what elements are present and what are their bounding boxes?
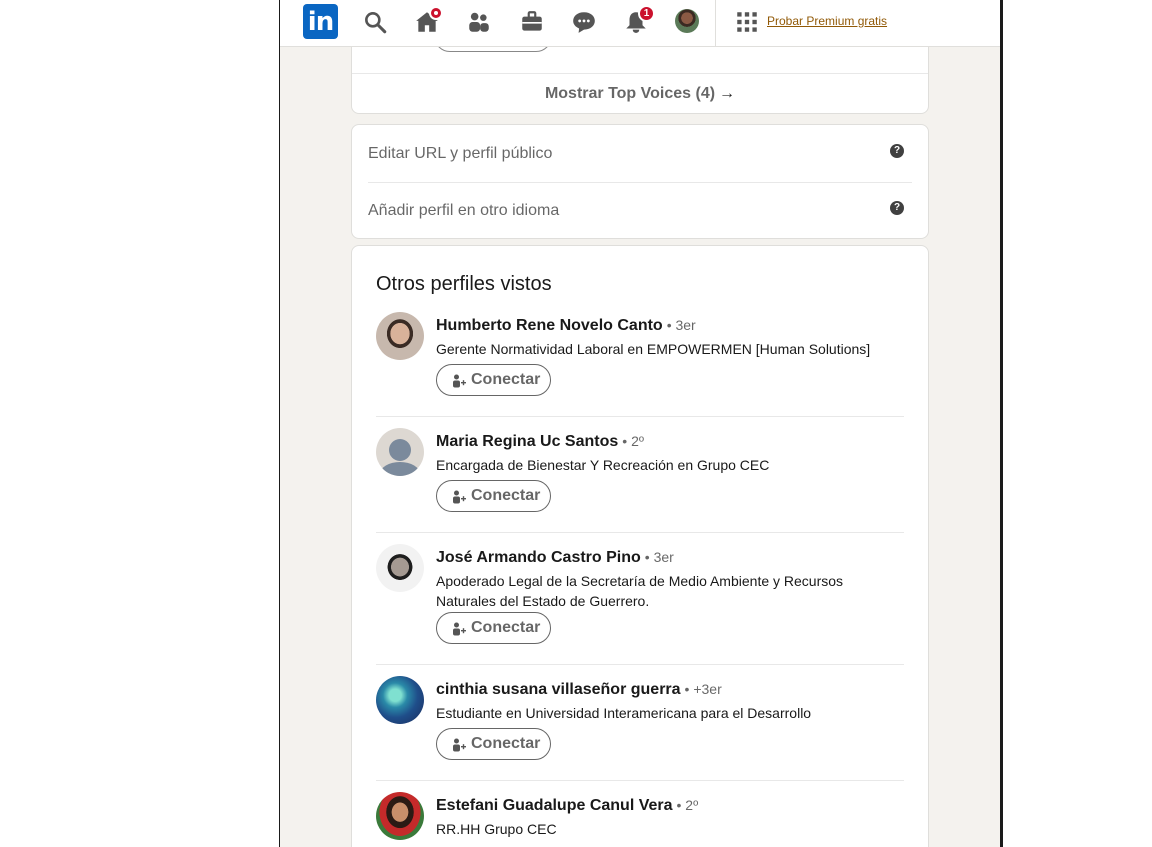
edit-public-profile-link[interactable]: Editar URL y perfil público ? <box>368 125 912 182</box>
connect-button[interactable]: Conectar <box>436 480 551 512</box>
add-profile-language-link[interactable]: Añadir perfil en otro idioma ? <box>368 182 912 239</box>
list-item: Maria Regina Uc Santos • 2º Encargada de … <box>376 428 904 518</box>
try-premium-link[interactable]: Probar Premium gratis <box>767 14 887 28</box>
global-nav: in 1 Probar Premium gratis <box>280 0 1000 47</box>
notifications-icon[interactable]: 1 <box>623 5 655 35</box>
avatar[interactable] <box>675 9 699 33</box>
divider <box>376 416 904 417</box>
connect-label: Conectar <box>471 735 541 752</box>
messaging-icon[interactable] <box>571 9 597 35</box>
connection-degree: • +3er <box>684 681 722 697</box>
profile-photo[interactable] <box>376 544 424 592</box>
list-item: Humberto Rene Novelo Canto • 3er Gerente … <box>376 312 904 402</box>
people-also-viewed-card: Otros perfiles vistos Humberto Rene Nove… <box>351 245 929 847</box>
connect-button[interactable]: Conectar <box>436 612 551 644</box>
divider <box>376 532 904 533</box>
home-notification-dot <box>429 6 443 20</box>
person-name[interactable]: Humberto Rene Novelo Canto <box>436 317 663 334</box>
add-person-icon <box>453 490 466 504</box>
section-title: Otros perfiles vistos <box>376 273 552 295</box>
person-name[interactable]: Estefani Guadalupe Canul Vera <box>436 797 673 814</box>
name-line: José Armando Castro Pino • 3er <box>436 549 674 567</box>
connection-degree: • 2º <box>622 433 644 449</box>
person-headline: RR.HH Grupo CEC <box>436 821 557 837</box>
notifications-badge: 1 <box>638 5 655 22</box>
jobs-icon[interactable] <box>519 9 545 35</box>
add-person-icon <box>453 622 466 636</box>
list-item: cinthia susana villaseñor guerra • +3er E… <box>376 676 904 766</box>
browser-viewport: in 1 Probar Premium gratis Mostrar Top V… <box>279 0 1003 847</box>
default-avatar-icon <box>380 439 420 476</box>
add-person-icon <box>453 738 466 752</box>
profile-photo[interactable] <box>376 428 424 476</box>
help-icon[interactable]: ? <box>890 144 904 158</box>
connect-label: Conectar <box>471 371 541 388</box>
profile-photo[interactable] <box>376 792 424 840</box>
connect-label: Conectar <box>471 487 541 504</box>
name-line: Humberto Rene Novelo Canto • 3er <box>436 317 696 335</box>
add-person-icon <box>453 374 466 388</box>
person-headline: Encargada de Bienestar Y Recreación en G… <box>436 457 770 473</box>
connection-degree: • 3er <box>666 317 696 333</box>
list-item: Estefani Guadalupe Canul Vera • 2º RR.HH … <box>376 792 904 847</box>
person-name[interactable]: cinthia susana villaseñor guerra <box>436 681 681 698</box>
list-item: José Armando Castro Pino • 3er Apoderado … <box>376 544 904 654</box>
profile-photo[interactable] <box>376 676 424 724</box>
home-icon[interactable] <box>414 6 443 35</box>
show-top-voices-label: Mostrar Top Voices (4) <box>544 85 716 102</box>
divider <box>376 780 904 781</box>
person-name[interactable]: Maria Regina Uc Santos <box>436 433 618 450</box>
apps-grid-icon[interactable] <box>734 9 760 35</box>
show-top-voices-button[interactable]: Mostrar Top Voices (4) → <box>352 73 928 114</box>
person-name[interactable]: José Armando Castro Pino <box>436 549 641 566</box>
profile-photo[interactable] <box>376 312 424 360</box>
divider <box>376 664 904 665</box>
arrow-right-icon: → <box>719 85 736 102</box>
person-headline: Gerente Normatividad Laboral en EMPOWERM… <box>436 341 871 357</box>
nav-divider <box>715 0 716 47</box>
connect-label: Conectar <box>471 619 541 636</box>
profile-settings-card: Editar URL y perfil público ? Añadir per… <box>351 124 929 239</box>
name-line: Estefani Guadalupe Canul Vera • 2º <box>436 797 698 815</box>
search-icon[interactable] <box>362 9 388 35</box>
person-headline: Estudiante en Universidad Interamericana… <box>436 705 812 721</box>
connect-button[interactable]: Conectar <box>436 728 551 760</box>
edit-public-profile-label: Editar URL y perfil público <box>368 145 553 162</box>
linkedin-logo[interactable]: in <box>303 4 338 39</box>
connect-button[interactable]: Conectar <box>436 364 551 396</box>
name-line: Maria Regina Uc Santos • 2º <box>436 433 644 451</box>
connection-degree: • 3er <box>644 549 674 565</box>
person-headline: Apoderado Legal de la Secretaría de Medi… <box>436 573 844 609</box>
connection-degree: • 2º <box>676 797 699 813</box>
name-line: cinthia susana villaseñor guerra • +3er <box>436 681 722 699</box>
help-icon[interactable]: ? <box>890 201 904 215</box>
add-profile-language-label: Añadir perfil en otro idioma <box>368 202 560 219</box>
my-network-icon[interactable] <box>466 9 492 35</box>
